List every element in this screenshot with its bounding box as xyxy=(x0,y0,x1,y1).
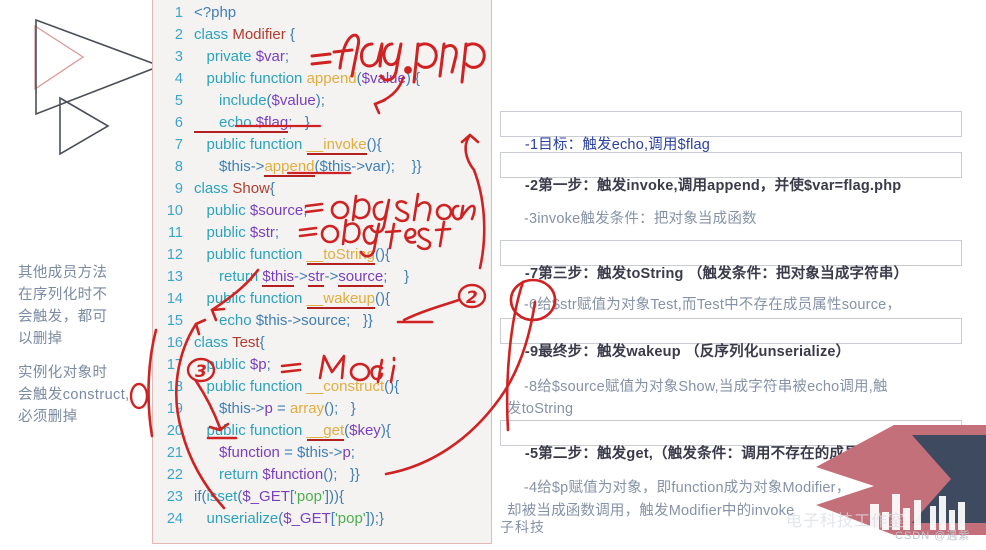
code-text: if(isset($_GET['pop'])){ xyxy=(194,488,344,505)
code-line: 5 include($value); xyxy=(153,90,491,112)
line-number: 13 xyxy=(166,269,183,285)
line-number: 5 xyxy=(174,93,183,109)
code-text: public function __wakeup(){ xyxy=(194,290,390,309)
line-number: 12 xyxy=(166,247,183,263)
code-line: 15 echo $this->source; }} xyxy=(153,310,491,332)
left-note-construct: 实例化对象时 会触发construct, 必须删掉 xyxy=(18,365,130,425)
line-number: 6 xyxy=(174,115,183,131)
code-line: 4 public function append($value) { xyxy=(153,68,491,90)
slide-canvas: 其他成员方法 在序列化时不 会触发，都可 以删掉 实例化对象时 会触发const… xyxy=(0,0,986,550)
code-text: return $this->str->source; } xyxy=(194,268,410,287)
line-number: 22 xyxy=(166,467,183,483)
code-text: public function __get($key){ xyxy=(194,422,391,441)
code-line: 23 if(isset($_GET['pop'])){ xyxy=(153,486,491,508)
line-number: 11 xyxy=(167,225,183,241)
bilibili-logo-icon xyxy=(870,494,965,530)
line-number: 19 xyxy=(166,401,183,417)
left-note-serialize: 其他成员方法 在序列化时不 会触发，都可 以删掉 xyxy=(18,265,108,347)
code-text: class Test{ xyxy=(194,334,265,351)
code-text: $function = $this->p; xyxy=(219,444,355,461)
code-line: 12 public function __toString(){ xyxy=(153,244,491,266)
code-text: public $str; xyxy=(194,224,280,241)
code-line: 8 $this->append($this->var); }} xyxy=(153,156,491,178)
code-line: 9 class Show{ xyxy=(153,178,491,200)
code-text: class Show{ xyxy=(194,180,275,197)
annotation-box-8: -8给$source赋值为对象Show,当成字符串被echo调用,触 发toSt… xyxy=(500,352,962,417)
annotation-box-1: -1目标：触发echo,调用$flag xyxy=(500,111,962,153)
code-line: 2 class Modifier { xyxy=(153,24,491,46)
annotation-box-3: -3invoke触发条件：把对象当成函数 xyxy=(500,186,962,227)
code-line: 3 private $var; xyxy=(153,46,491,68)
code-text: public $source; xyxy=(194,202,308,219)
annotation-text: -1目标：触发echo,调用$flag xyxy=(524,137,711,153)
code-line: 14 public function __wakeup(){ xyxy=(153,288,491,310)
line-number: 2 xyxy=(174,27,183,43)
code-text: public function __invoke(){ xyxy=(194,136,382,155)
code-line: 7 public function __invoke(){ xyxy=(153,134,491,156)
code-text: return $function(); }} xyxy=(194,466,360,483)
code-line: 19 $this->p = array(); } xyxy=(153,398,491,420)
code-text: class Modifier { xyxy=(194,26,295,43)
code-line: 6 echo $flag; } xyxy=(153,112,491,134)
annotation-box-6: -6给$str赋值为对象Test,而Test中不存在成员属性source， 则自… xyxy=(500,270,962,335)
code-line: 16 class Test{ xyxy=(153,332,491,354)
line-number: 24 xyxy=(166,511,183,527)
code-line: 11 public $str; xyxy=(153,222,491,244)
annotation-box-2: -2第一步：触发invoke,调用append，并使$var=flag.php xyxy=(500,152,962,194)
line-number: 14 xyxy=(166,291,183,307)
annotation-text: -4给$p赋值为对象，即function成为对象Modifier， 却被当成函数… xyxy=(507,480,851,519)
annotation-text: -8给$source赋值为对象Show,当成字符串被echo调用,触 发toSt… xyxy=(507,379,888,417)
line-number: 10 xyxy=(166,203,183,219)
code-line: 21 $function = $this->p; xyxy=(153,442,491,464)
line-number: 23 xyxy=(166,489,183,505)
code-text: public function append($value) { xyxy=(194,70,421,87)
code-line: 1 <?php xyxy=(153,2,491,24)
line-number: 7 xyxy=(174,137,183,153)
code-line: 17 public $p; xyxy=(153,354,491,376)
annotation-box-9: -9最终步：触发wakeup （反序列化unserialize） xyxy=(500,318,962,360)
line-number: 20 xyxy=(166,423,183,439)
code-text: public $p; xyxy=(194,356,271,373)
decorative-triangles xyxy=(34,18,158,156)
code-line: 22 return $function(); }} xyxy=(153,464,491,486)
line-number: 18 xyxy=(166,379,183,395)
line-number: 4 xyxy=(174,71,183,87)
line-number: 3 xyxy=(174,49,183,65)
code-text: <?php xyxy=(194,4,237,21)
code-text: public function __toString(){ xyxy=(194,246,390,265)
code-text: public function __construct(){ xyxy=(194,378,400,395)
line-number: 8 xyxy=(174,159,183,175)
code-text: unserialize($_GET['pop']);} xyxy=(206,510,385,527)
line-number: 9 xyxy=(174,181,183,197)
code-line: 18 public function __construct(){ xyxy=(153,376,491,398)
line-number: 17 xyxy=(166,357,183,373)
code-line: 10 public $source; xyxy=(153,200,491,222)
code-line: 24 unserialize($_GET['pop']);} xyxy=(153,508,491,530)
code-line: 13 return $this->str->source; } xyxy=(153,266,491,288)
line-number: 16 xyxy=(166,335,183,351)
code-text: private $var; xyxy=(194,48,290,65)
code-text: echo $this->source; }} xyxy=(194,312,373,329)
annotation-text: -3invoke触发条件：把对象当成函数 xyxy=(523,211,757,227)
line-number: 15 xyxy=(166,313,183,329)
code-text: $this->p = array(); } xyxy=(194,400,356,417)
code-text: $this->append($this->var); }} xyxy=(194,158,422,177)
code-text: include($value); xyxy=(194,92,325,109)
code-line: 20 public function __get($key){ xyxy=(153,420,491,442)
code-panel: 1 <?php 2 class Modifier { 3 private $var;… xyxy=(152,0,492,544)
line-number: 21 xyxy=(166,445,183,461)
line-number: 1 xyxy=(174,5,183,21)
code-text: echo $flag; } xyxy=(194,114,310,133)
annotation-box-7: -7第三步：触发toString （触发条件：把对象当成字符串） xyxy=(500,240,962,282)
